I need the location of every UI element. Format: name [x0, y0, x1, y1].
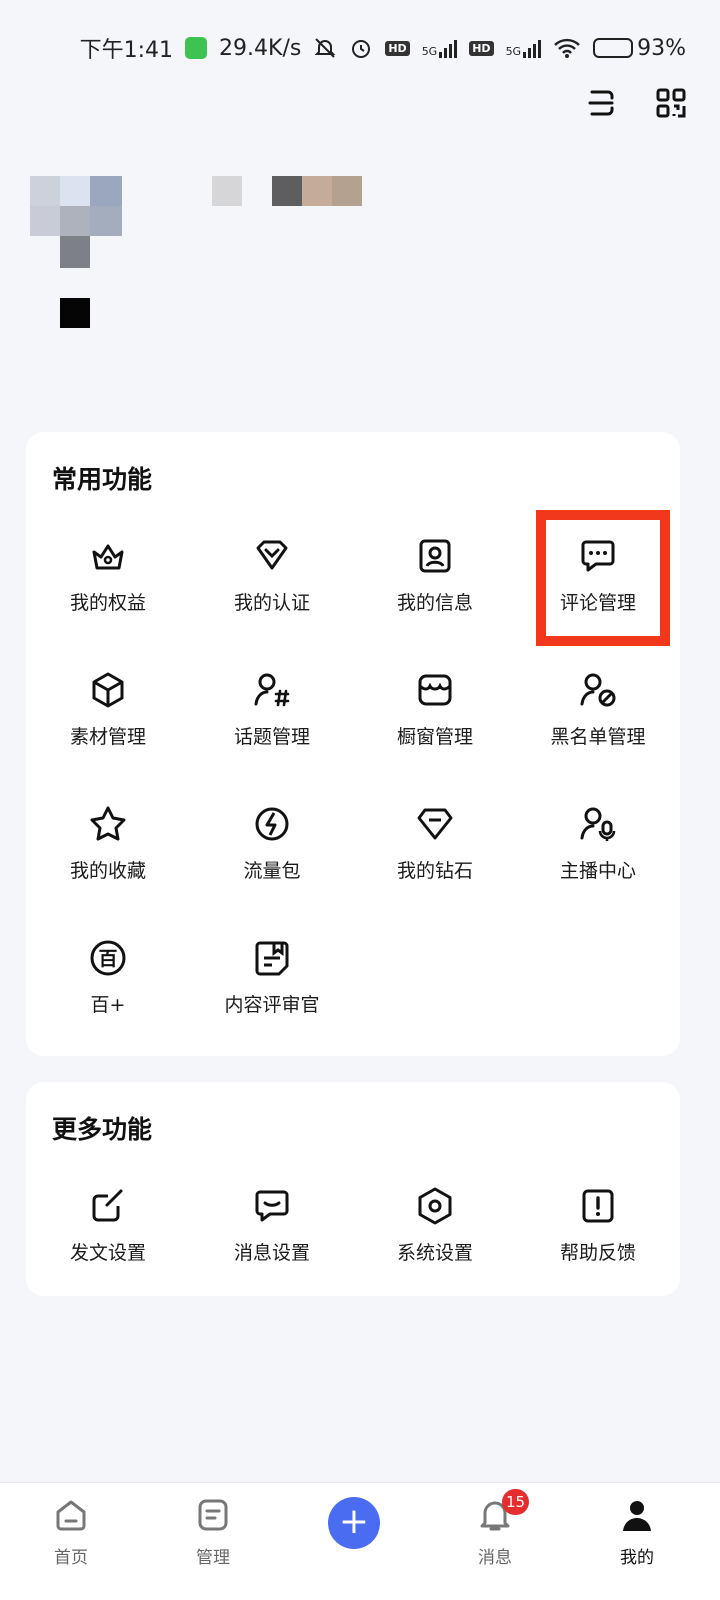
- item-label: 我的钻石: [396, 860, 473, 882]
- battery-percent: 93%: [637, 35, 686, 61]
- nav-label: 消息: [478, 1548, 512, 1568]
- item-traffic-pack[interactable]: 流量包: [190, 804, 354, 883]
- review-icon: [255, 941, 289, 976]
- shield-v-icon: [256, 540, 288, 570]
- hd-badge-2: HD: [469, 40, 494, 56]
- top-actions: [584, 86, 688, 120]
- edit-icon: [92, 1189, 123, 1222]
- svg-text:百: 百: [98, 948, 117, 970]
- signal-5g-icon: 5G: [422, 38, 458, 58]
- profile-icon: [623, 1501, 651, 1531]
- comment-management-highlight-box: [536, 510, 670, 646]
- item-label: 主播中心: [559, 860, 636, 882]
- item-label: 内容评审官: [224, 994, 320, 1016]
- item-system-settings[interactable]: 系统设置: [353, 1186, 517, 1265]
- item-label: 发文设置: [69, 1242, 146, 1264]
- bottom-navigation: 首页 管理 + 15 消息 我的: [0, 1482, 720, 1600]
- lightning-icon: [255, 807, 289, 841]
- item-label: 帮助反馈: [559, 1242, 636, 1264]
- nav-messages[interactable]: 15 消息: [450, 1489, 540, 1568]
- item-help-feedback[interactable]: 帮助反馈: [516, 1186, 680, 1265]
- item-my-diamonds[interactable]: 我的钻石: [353, 804, 517, 883]
- item-label: 我的信息: [396, 592, 473, 614]
- item-my-rights[interactable]: 我的权益: [26, 536, 190, 615]
- item-showcase-management[interactable]: 橱窗管理: [353, 670, 517, 749]
- item-message-settings[interactable]: 消息设置: [190, 1186, 354, 1265]
- signal-5g-icon-2: 5G: [506, 38, 542, 58]
- item-label: 素材管理: [69, 726, 146, 748]
- network-speed: 29.4K/s: [219, 35, 302, 61]
- item-bai-plus[interactable]: 百 百+: [26, 938, 190, 1017]
- item-label: 我的收藏: [69, 860, 146, 882]
- status-bar: 下午1:41 29.4K/s HD 5G HD 5G 93%: [0, 0, 720, 96]
- message-count-badge: 15: [502, 1489, 530, 1515]
- exclamation-icon: [582, 1189, 614, 1223]
- nav-label: 首页: [54, 1548, 88, 1568]
- bai-icon: 百: [90, 940, 126, 976]
- nav-home[interactable]: 首页: [26, 1497, 116, 1568]
- item-topic-management[interactable]: 话题管理: [190, 670, 354, 749]
- star-icon: [90, 806, 126, 841]
- cube-icon: [92, 672, 124, 708]
- qr-code-icon[interactable]: [654, 86, 688, 120]
- item-my-certification[interactable]: 我的认证: [190, 536, 354, 615]
- item-anchor-center[interactable]: 主播中心: [516, 804, 680, 883]
- item-label: 我的认证: [233, 592, 310, 614]
- id-card-icon: [419, 539, 451, 573]
- mute-bell-icon: [314, 38, 336, 58]
- more-functions-title: 更多功能: [52, 1115, 153, 1144]
- item-my-favorites[interactable]: 我的收藏: [26, 804, 190, 883]
- item-label: 百+: [90, 994, 126, 1016]
- item-label: 话题管理: [233, 726, 310, 748]
- battery-indicator: 93%: [593, 36, 686, 61]
- app-notification-icon: [185, 37, 208, 59]
- hd-badge: HD: [385, 40, 410, 56]
- crown-basket-icon: [92, 544, 124, 570]
- common-functions-title: 常用功能: [52, 465, 153, 494]
- item-blacklist-management[interactable]: 黑名单管理: [516, 670, 680, 749]
- item-post-settings[interactable]: 发文设置: [26, 1186, 190, 1265]
- hexagon-settings-icon: [418, 1187, 452, 1225]
- user-block-icon: [580, 673, 616, 707]
- store-icon: [418, 674, 452, 706]
- user-mic-icon: [580, 807, 616, 841]
- common-functions-card: 常用功能 我的权益 我的认证 我的信息 评论管理 素材管理 话题管理 橱窗管理 …: [26, 432, 680, 1056]
- item-label: 流量包: [243, 860, 301, 882]
- item-label: 黑名单管理: [550, 726, 646, 748]
- nav-label: 我的: [620, 1548, 654, 1568]
- create-post-button[interactable]: +: [328, 1497, 380, 1549]
- status-time: 下午1:41: [79, 38, 174, 63]
- diamond-icon: [417, 808, 453, 840]
- avatar[interactable]: [30, 162, 122, 268]
- item-my-info[interactable]: 我的信息: [353, 536, 517, 615]
- alarm-icon: [352, 40, 371, 58]
- user-hash-icon: [254, 673, 290, 707]
- nav-label: 管理: [196, 1548, 230, 1568]
- more-functions-card: 更多功能 发文设置 消息设置 系统设置 帮助反馈: [26, 1082, 680, 1296]
- manage-icon: [198, 1499, 228, 1531]
- nav-profile[interactable]: 我的: [592, 1497, 682, 1568]
- item-label: 橱窗管理: [396, 726, 473, 748]
- wifi-icon: [554, 38, 580, 58]
- item-label: 我的权益: [69, 592, 146, 614]
- item-material-management[interactable]: 素材管理: [26, 670, 190, 749]
- item-label: 系统设置: [396, 1242, 473, 1264]
- item-content-reviewer[interactable]: 内容评审官: [190, 938, 354, 1017]
- message-icon: [255, 1190, 289, 1222]
- scan-icon[interactable]: [584, 86, 618, 120]
- home-icon: [56, 1500, 86, 1531]
- item-label: 消息设置: [233, 1242, 310, 1264]
- nav-manage[interactable]: 管理: [168, 1497, 258, 1568]
